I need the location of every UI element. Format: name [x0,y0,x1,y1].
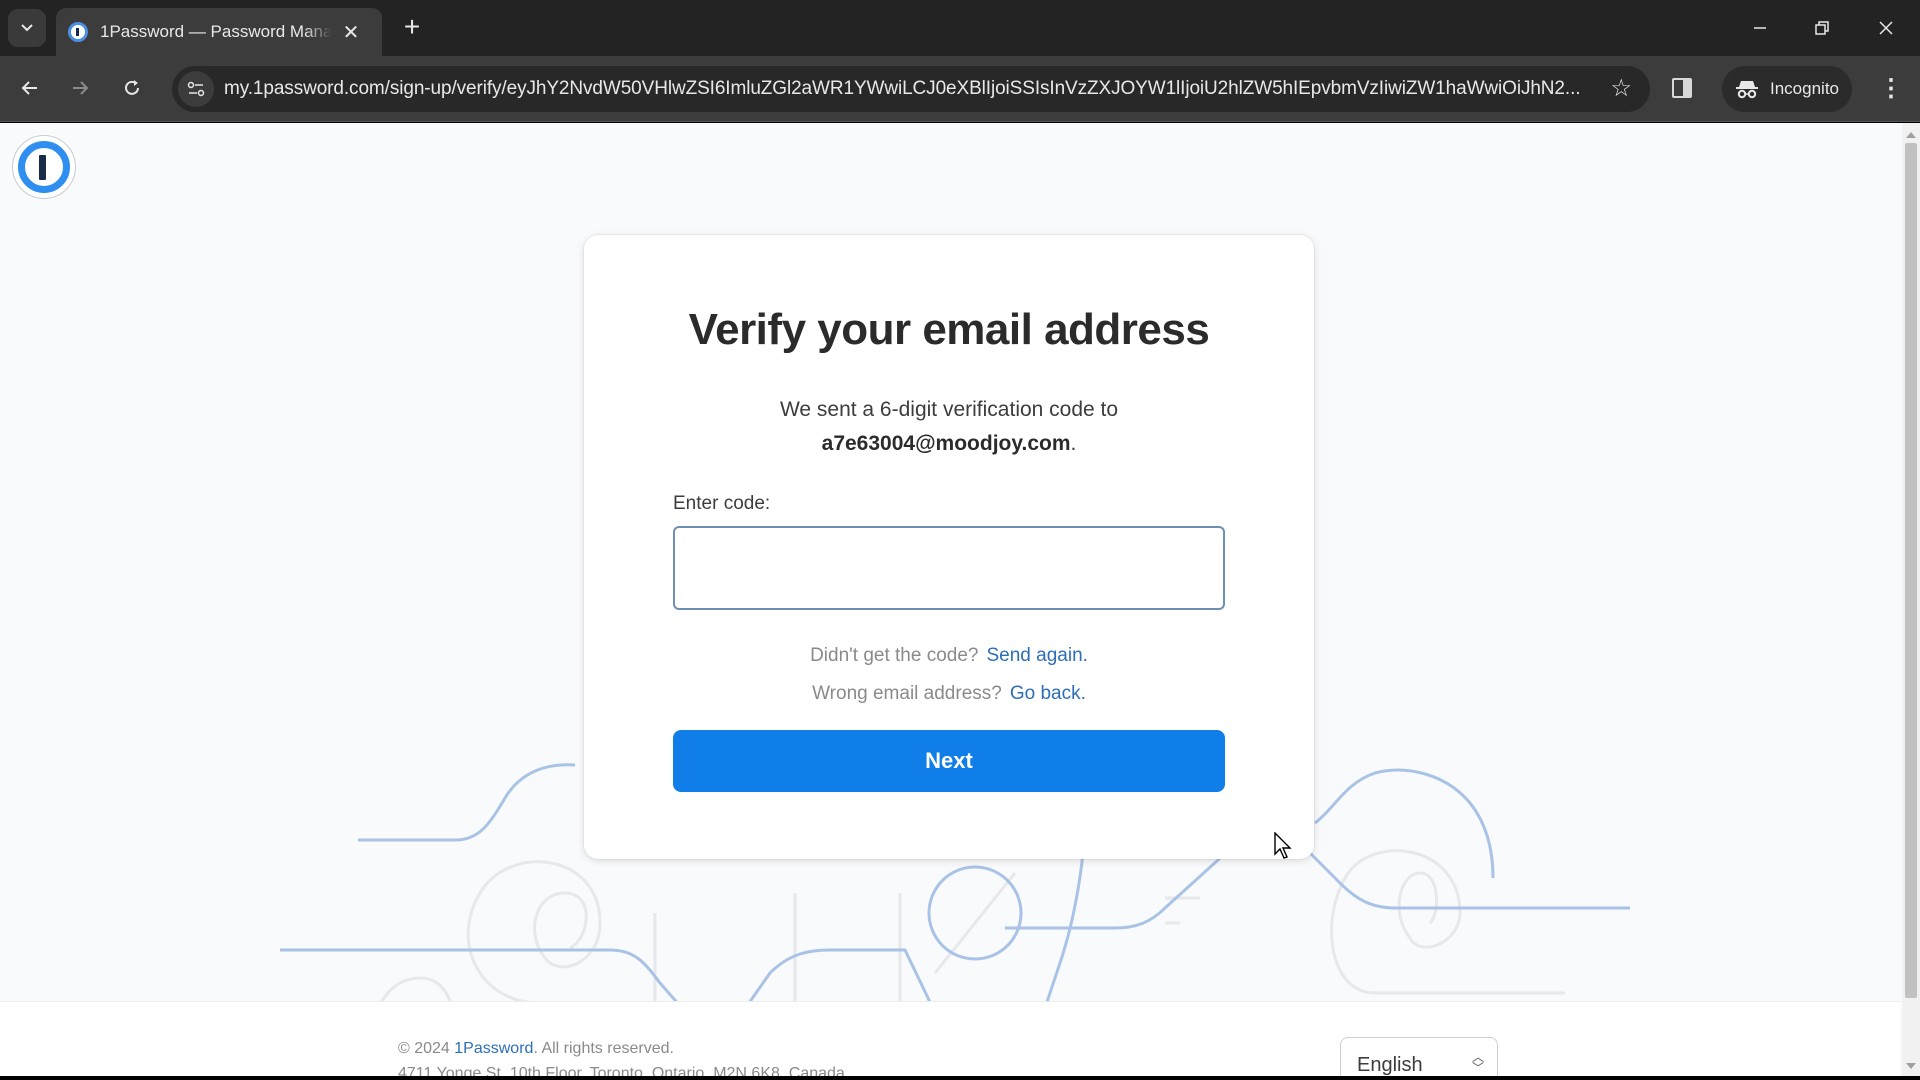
browser-tab-active[interactable]: 1Password — Password Manager ✕ [56,8,382,56]
page-scrollbar[interactable] [1902,123,1920,1078]
reload-icon [125,80,139,95]
arrow-right-icon [73,81,89,95]
resend-prompt: Didn't get the code? [810,645,979,666]
new-tab-button[interactable]: + [396,12,428,44]
go-back-link[interactable]: Go back. [1010,683,1086,704]
page-title: Verify your email address [688,305,1210,354]
copyright-suffix: . All rights reserved. [533,1040,674,1057]
page-viewport: Verify your email address We sent a 6-di… [0,123,1920,1078]
copyright-text: © 2024 1Password. All rights reserved. [398,1040,674,1058]
email-address: a7e63004@moodjoy.com [821,432,1071,455]
screen-bottom-edge [0,1076,1920,1080]
reload-button[interactable] [114,70,150,106]
1password-logo[interactable] [12,135,76,199]
scroll-down-arrow-icon[interactable] [1906,1063,1916,1069]
1password-footer-link[interactable]: 1Password [454,1040,533,1057]
tab-title: 1Password — Password Manager [100,22,332,41]
wrong-email-line: Wrong email address? Go back. [584,683,1314,705]
language-value: English [1357,1054,1423,1076]
scroll-up-arrow-icon[interactable] [1906,132,1916,138]
next-button[interactable]: Next [673,730,1225,792]
browser-toolbar: my.1password.com/sign-up/verify/eyJhY2Nv… [0,56,1920,122]
description-text: We sent a 6-digit verification code to [779,398,1119,421]
incognito-label: Incognito [1770,79,1839,98]
email-suffix: . [1070,432,1077,455]
verify-email-card: Verify your email address We sent a 6-di… [584,235,1314,859]
verification-description: We sent a 6-digit verification code to a… [584,393,1314,461]
browser-menu-button[interactable]: ⋮ [1876,72,1906,106]
logo-ring-icon [18,141,70,193]
chevron-down-icon [21,24,33,32]
arrow-left-icon [21,81,37,95]
restore-button[interactable] [1794,10,1850,46]
address-bar[interactable]: my.1password.com/sign-up/verify/eyJhY2Nv… [172,66,1650,112]
mouse-cursor-icon [1274,832,1292,859]
code-field-label: Enter code: [673,493,771,514]
back-button[interactable] [12,70,48,106]
send-again-link[interactable]: Send again. [987,645,1088,666]
side-panel-icon[interactable] [1672,78,1692,98]
resend-line: Didn't get the code? Send again. [584,645,1314,667]
copyright-prefix: © 2024 [398,1040,450,1057]
select-arrows-icon: ︿ ﹀ [1471,1050,1484,1075]
verification-code-input[interactable] [673,526,1225,610]
minimize-button[interactable] [1732,10,1788,46]
language-select[interactable]: English ︿ ﹀ [1340,1037,1498,1078]
page-footer: © 2024 1Password. All rights reserved. 4… [0,1001,1900,1078]
wrong-email-prompt: Wrong email address? [812,683,1002,704]
logo-keyhole-icon [39,155,46,180]
tab-close-icon[interactable]: ✕ [340,20,362,45]
close-icon [1879,21,1893,35]
minimize-icon [1754,27,1766,29]
1password-favicon-icon [68,22,88,42]
bookmark-star-icon[interactable]: ☆ [1610,74,1632,103]
site-info-button[interactable] [178,71,214,107]
tab-search-button[interactable] [8,9,46,47]
incognito-indicator[interactable]: Incognito [1722,66,1852,112]
tune-icon [187,81,205,97]
restore-icon [1815,21,1829,35]
scrollbar-thumb[interactable] [1905,143,1917,998]
close-window-button[interactable] [1858,10,1914,46]
browser-tab-bar: 1Password — Password Manager ✕ + [0,0,1920,56]
url-text[interactable]: my.1password.com/sign-up/verify/eyJhY2Nv… [224,78,1594,100]
incognito-icon [1736,81,1758,99]
forward-button[interactable] [62,70,98,106]
